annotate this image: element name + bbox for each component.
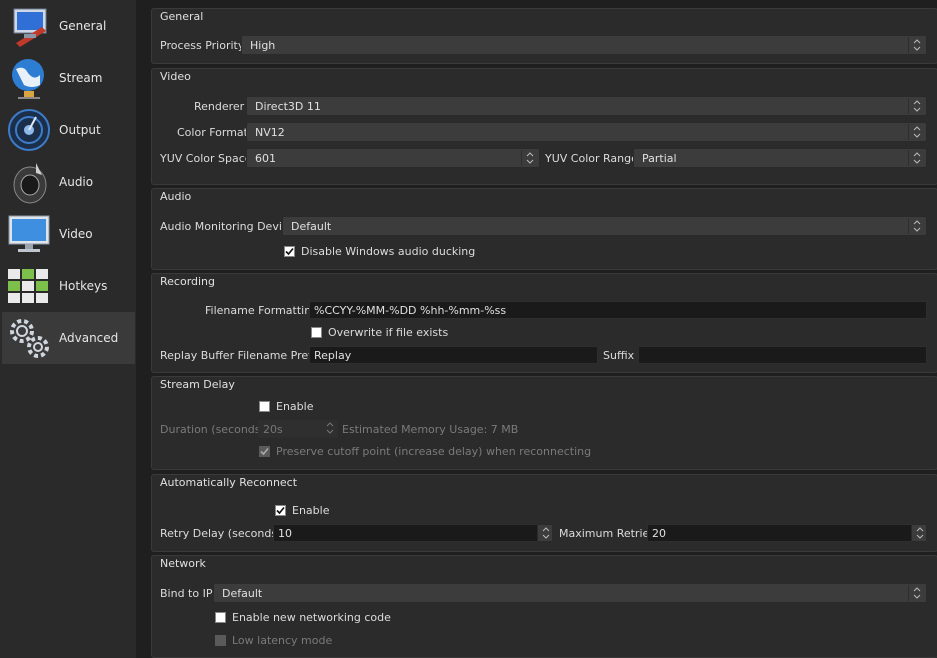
- maximum-retries-label: Maximum Retries: [559, 527, 656, 540]
- sidebar-item-label: Stream: [59, 71, 103, 85]
- suffix-label: Suffix: [603, 349, 635, 362]
- bind-to-ip-select[interactable]: Default: [213, 583, 927, 603]
- chevron-up-down-icon: [908, 585, 925, 601]
- chevron-up-down-icon: [908, 150, 925, 166]
- process-priority-label: Process Priority: [160, 39, 245, 52]
- yuv-color-space-label: YUV Color Space: [160, 152, 252, 165]
- output-broadcast-icon: [8, 109, 50, 151]
- spin-arrows-icon[interactable]: [537, 524, 553, 542]
- bind-to-ip-label: Bind to IP: [160, 587, 213, 600]
- overwrite-if-exists-checkbox[interactable]: Overwrite if file exists: [311, 326, 448, 339]
- chevron-up-down-icon: [908, 124, 925, 140]
- disable-audio-ducking-checkbox[interactable]: Disable Windows audio ducking: [284, 245, 475, 258]
- sidebar-item-label: Hotkeys: [59, 279, 108, 293]
- group-title: Network: [160, 557, 206, 570]
- stream-globe-icon: [12, 59, 44, 99]
- yuv-color-range-label: YUV Color Range: [545, 152, 638, 165]
- group-title: Stream Delay: [160, 378, 235, 391]
- preserve-cutoff-checkbox[interactable]: Preserve cutoff point (increase delay) w…: [259, 445, 591, 458]
- video-monitor-icon: [8, 215, 50, 252]
- filename-formatting-input[interactable]: %CCYY-%MM-%DD %hh-%mm-%ss: [309, 301, 927, 319]
- duration-label: Duration (seconds): [160, 423, 265, 436]
- checkbox-checked-icon: [259, 446, 270, 457]
- checkbox-unchecked-icon: [311, 327, 322, 338]
- checkbox-checked-icon: [284, 246, 295, 257]
- stream-delay-group: Stream Delay Enable Duration (seconds) 2…: [151, 376, 937, 470]
- renderer-select[interactable]: Direct3D 11: [246, 96, 927, 116]
- general-group: General Process Priority High: [151, 8, 937, 64]
- estimated-memory-label: Estimated Memory Usage: 7 MB: [342, 423, 519, 436]
- retry-delay-label: Retry Delay (seconds): [160, 527, 282, 540]
- yuv-color-range-select[interactable]: Partial: [633, 148, 927, 168]
- process-priority-select[interactable]: High: [241, 35, 927, 55]
- checkbox-unchecked-icon: [215, 612, 226, 623]
- group-title: Recording: [160, 275, 216, 288]
- general-monitor-icon: [13, 8, 47, 47]
- sidebar-item-advanced[interactable]: Advanced: [2, 312, 135, 364]
- sidebar-item-hotkeys[interactable]: Hotkeys: [2, 260, 135, 312]
- sidebar-item-label: Advanced: [59, 331, 119, 345]
- group-title: Automatically Reconnect: [160, 476, 298, 489]
- advanced-gears-icon: [10, 319, 49, 358]
- group-title: Audio: [160, 190, 192, 203]
- recording-group: Recording Filename Formatting %CCYY-%MM-…: [151, 273, 937, 373]
- renderer-label: Renderer: [194, 100, 245, 113]
- spin-arrows-icon[interactable]: [911, 524, 927, 542]
- sidebar-item-label: General: [59, 19, 107, 33]
- group-title: General: [160, 10, 204, 23]
- sidebar-item-audio[interactable]: Audio: [2, 156, 135, 208]
- sidebar-item-label: Audio: [59, 175, 94, 189]
- yuv-color-space-select[interactable]: 601: [246, 148, 540, 168]
- settings-sidebar: General Stream Output Audio Video Hotkey…: [0, 0, 137, 658]
- retry-delay-spinbox[interactable]: 10: [273, 524, 553, 542]
- stream-delay-enable-checkbox[interactable]: Enable: [259, 400, 313, 413]
- audio-monitoring-device-select[interactable]: Default: [282, 216, 927, 236]
- chevron-up-down-icon: [908, 37, 925, 53]
- checkbox-unchecked-icon: [215, 635, 226, 646]
- sidebar-item-general[interactable]: General: [2, 0, 135, 52]
- filename-formatting-label: Filename Formatting: [205, 304, 319, 317]
- replay-buffer-prefix-label: Replay Buffer Filename Prefix: [160, 349, 322, 362]
- audio-speaker-icon: [13, 163, 47, 204]
- advanced-settings-panel: General Process Priority High Video Rend…: [136, 0, 937, 658]
- maximum-retries-spinbox[interactable]: 20: [647, 524, 927, 542]
- sidebar-item-output[interactable]: Output: [2, 104, 135, 156]
- color-format-select[interactable]: NV12: [246, 122, 927, 142]
- low-latency-mode-checkbox[interactable]: Low latency mode: [215, 634, 332, 647]
- color-format-label: Color Format: [177, 126, 248, 139]
- audio-group: Audio Audio Monitoring Device Default Di…: [151, 188, 937, 270]
- suffix-input[interactable]: [638, 346, 927, 364]
- sidebar-item-stream[interactable]: Stream: [2, 52, 135, 104]
- chevron-up-down-icon: [521, 150, 538, 166]
- reconnect-enable-checkbox[interactable]: Enable: [275, 504, 329, 517]
- sidebar-item-label: Video: [59, 227, 93, 241]
- enable-new-networking-checkbox[interactable]: Enable new networking code: [215, 611, 391, 624]
- video-group: Video Renderer Direct3D 11 Color Format …: [151, 68, 937, 185]
- spin-arrows-icon: [322, 420, 338, 438]
- chevron-up-down-icon: [908, 98, 925, 114]
- replay-buffer-prefix-input[interactable]: Replay: [309, 346, 598, 364]
- duration-spinbox[interactable]: 20s: [258, 420, 338, 438]
- network-group: Network Bind to IP Default Enable new ne…: [151, 555, 937, 658]
- chevron-up-down-icon: [908, 218, 925, 234]
- sidebar-item-label: Output: [59, 123, 101, 137]
- checkbox-unchecked-icon: [259, 401, 270, 412]
- checkbox-checked-icon: [275, 505, 286, 516]
- audio-monitoring-device-label: Audio Monitoring Device: [160, 220, 295, 233]
- group-title: Video: [160, 70, 191, 83]
- sidebar-item-video[interactable]: Video: [2, 208, 135, 260]
- auto-reconnect-group: Automatically Reconnect Enable Retry Del…: [151, 474, 937, 552]
- hotkeys-keyboard-icon: [8, 269, 48, 303]
